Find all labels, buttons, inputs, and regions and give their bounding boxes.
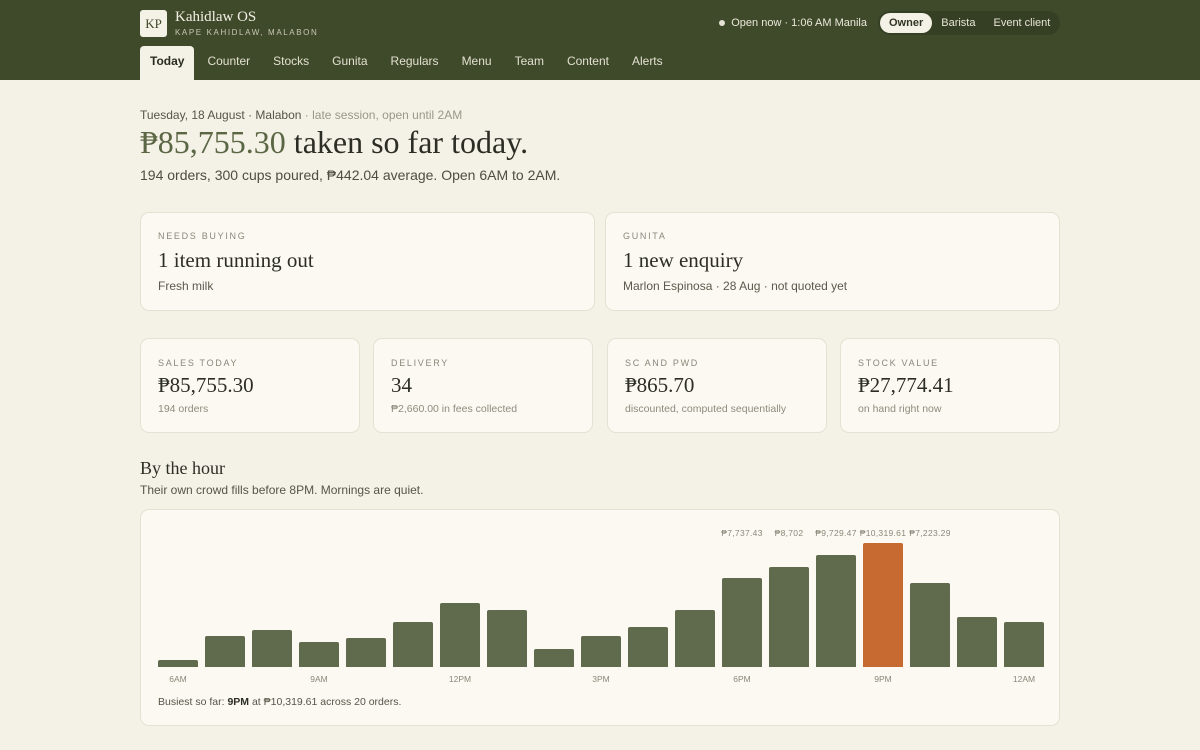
- card-label: NEEDS BUYING: [158, 231, 247, 241]
- bar-value-label: ₱7,223.29: [909, 528, 951, 538]
- stat-label: DELIVERY: [391, 358, 449, 368]
- stat-label: SC AND PWD: [625, 358, 700, 368]
- open-status: Open now · 1:06 AM Manila: [719, 17, 867, 29]
- stat-stock-value: STOCK VALUE ₱27,774.41 on hand right now: [840, 338, 1060, 433]
- stat-value: ₱85,755.30: [158, 373, 254, 397]
- note-suffix: at ₱10,319.61 across 20 orders.: [249, 696, 402, 708]
- chart-bar-5pm[interactable]: [675, 610, 715, 667]
- stat-note: on hand right now: [858, 403, 942, 415]
- tab-alerts[interactable]: Alerts: [622, 46, 673, 80]
- role-barista[interactable]: Barista: [932, 13, 984, 33]
- role-switcher: Owner Barista Event client: [878, 11, 1060, 35]
- tab-today[interactable]: Today: [140, 46, 195, 80]
- chart-bar-2pm[interactable]: [534, 649, 574, 667]
- x-tick-label: 6PM: [733, 674, 751, 684]
- status-text: Open now · 1:06 AM Manila: [731, 17, 867, 29]
- app-header: KP Kahidlaw OS KAPE KAHIDLAW, MALABON Op…: [0, 0, 1200, 80]
- chart-bar-12pm[interactable]: [440, 603, 480, 667]
- stat-note: ₱2,660.00 in fees collected: [391, 403, 518, 415]
- card-label: GUNITA: [623, 231, 667, 241]
- chart-bar-11am[interactable]: [393, 622, 433, 667]
- stat-value: 34: [391, 373, 412, 397]
- app-name: Kahidlaw OS: [175, 9, 257, 25]
- stat-note: 194 orders: [158, 403, 209, 415]
- page-title: ₱85,755.30 taken so far today.: [140, 124, 528, 161]
- role-owner[interactable]: Owner: [880, 13, 933, 33]
- tab-counter[interactable]: Counter: [197, 46, 260, 80]
- chart-bar-7pm[interactable]: [769, 567, 809, 667]
- note-prefix: Busiest so far:: [158, 696, 228, 708]
- x-tick-label: 6AM: [169, 674, 187, 684]
- x-tick-label: 12PM: [448, 674, 472, 684]
- x-tick-label: 12AM: [1012, 674, 1036, 684]
- card-detail: Marlon Espinosa · 28 Aug · not quoted ye…: [623, 279, 848, 293]
- chart-bar-10pm[interactable]: [910, 583, 950, 667]
- chart-note: Busiest so far: 9PM at ₱10,319.61 across…: [158, 696, 401, 708]
- chart-bar-10am[interactable]: [346, 638, 386, 667]
- chart-bar-4pm[interactable]: [628, 627, 668, 667]
- stat-sales-today: SALES TODAY ₱85,755.30 194 orders: [140, 338, 360, 433]
- chart-bar-7am[interactable]: [205, 636, 245, 667]
- x-tick-label: 3PM: [592, 674, 610, 684]
- chart-bar-9am[interactable]: [299, 642, 339, 667]
- gunita-card[interactable]: GUNITA 1 new enquiry Marlon Espinosa · 2…: [605, 212, 1060, 311]
- role-event-client[interactable]: Event client: [984, 13, 1059, 33]
- session-note: · late session, open until 2AM: [301, 108, 463, 122]
- tab-content[interactable]: Content: [557, 46, 619, 80]
- chart-bar-9pm[interactable]: [863, 543, 903, 667]
- app-logo[interactable]: KP: [140, 10, 167, 37]
- chart-bar-1pm[interactable]: [487, 610, 527, 667]
- app-subtitle: KAPE KAHIDLAW, MALABON: [175, 28, 319, 37]
- chart-bar-3pm[interactable]: [581, 636, 621, 667]
- date-text: Tuesday, 18 August · Malabon: [140, 108, 302, 122]
- status-dot-icon: [719, 20, 726, 26]
- chart-bar-8pm[interactable]: [816, 555, 856, 667]
- chart-bar-11pm[interactable]: [957, 617, 997, 667]
- stat-sc-pwd: SC AND PWD ₱865.70 discounted, computed …: [607, 338, 827, 433]
- card-title: 1 item running out: [158, 248, 314, 272]
- card-detail: Fresh milk: [158, 279, 214, 293]
- note-hour: 9PM: [227, 696, 250, 708]
- stat-delivery: DELIVERY 34 ₱2,660.00 in fees collected: [373, 338, 593, 433]
- x-tick-label: 9AM: [310, 674, 328, 684]
- brand: Kahidlaw OS KAPE KAHIDLAW, MALABON: [175, 9, 318, 39]
- chart-bar-8am[interactable]: [252, 630, 292, 667]
- summary-detail: 194 orders, 300 cups poured, ₱442.04 ave…: [140, 167, 561, 183]
- chart-bar-6pm[interactable]: [722, 578, 762, 667]
- tab-regulars[interactable]: Regulars: [381, 46, 449, 80]
- date-line: Tuesday, 18 August · Malabon · late sess…: [140, 108, 462, 122]
- tab-team[interactable]: Team: [505, 46, 554, 80]
- headline-amount: ₱85,755.30: [140, 124, 286, 160]
- section-subtitle: Their own crowd fills before 8PM. Mornin…: [140, 483, 424, 497]
- tab-gunita[interactable]: Gunita: [322, 46, 377, 80]
- stat-label: STOCK VALUE: [858, 358, 939, 368]
- headline-text: taken so far today.: [285, 124, 529, 160]
- tab-stocks[interactable]: Stocks: [263, 46, 319, 80]
- needs-buying-card[interactable]: NEEDS BUYING 1 item running out Fresh mi…: [140, 212, 595, 311]
- stat-label: SALES TODAY: [158, 358, 239, 368]
- stat-value: ₱27,774.41: [858, 373, 954, 397]
- x-tick-label: 9PM: [874, 674, 892, 684]
- section-title: By the hour: [140, 458, 225, 478]
- chart-bar-6am[interactable]: [158, 660, 198, 667]
- stat-note: discounted, computed sequentially: [625, 403, 787, 415]
- hourly-sales-chart: ₱7,737.43 ₱8,702 ₱9,729.47 ₱10,319.61 ₱7,223…: [140, 509, 1060, 726]
- main-nav: Today Counter Stocks Gunita Regulars Men…: [140, 46, 676, 80]
- chart-bar-12am[interactable]: [1004, 622, 1044, 667]
- tab-menu[interactable]: Menu: [452, 46, 502, 80]
- stat-value: ₱865.70: [625, 373, 695, 397]
- card-title: 1 new enquiry: [623, 248, 744, 272]
